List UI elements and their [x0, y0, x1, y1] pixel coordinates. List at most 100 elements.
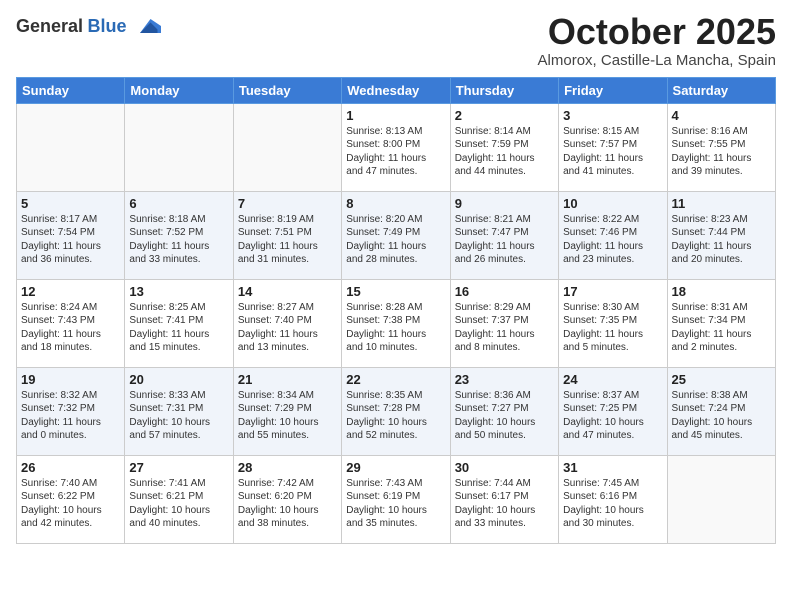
calendar-cell	[233, 103, 341, 191]
day-number: 28	[238, 460, 337, 475]
day-info: Sunrise: 7:43 AM Sunset: 6:19 PM Dayligh…	[346, 477, 445, 531]
day-info: Sunrise: 8:36 AM Sunset: 7:27 PM Dayligh…	[455, 389, 554, 443]
col-friday: Friday	[559, 77, 667, 103]
calendar-cell: 22 Sunrise: 8:35 AM Sunset: 7:28 PM Dayli…	[342, 367, 450, 455]
day-number: 26	[21, 460, 120, 475]
day-number: 18	[672, 284, 771, 299]
calendar-cell: 1Sunrise: 8:13 AM Sunset: 8:00 PM Daylig…	[342, 103, 450, 191]
calendar-cell: 17Sunrise: 8:30 AM Sunset: 7:35 PM Dayli…	[559, 279, 667, 367]
location-subtitle: Almorox, Castille-La Mancha, Spain	[538, 52, 776, 69]
calendar-cell: 19 Sunrise: 8:32 AM Sunset: 7:32 PM Dayli…	[17, 367, 125, 455]
calendar-cell: 9Sunrise: 8:21 AM Sunset: 7:47 PM Daylig…	[450, 191, 558, 279]
day-number: 16	[455, 284, 554, 299]
day-number: 11	[672, 196, 771, 211]
day-info: Sunrise: 8:30 AM Sunset: 7:35 PM Dayligh…	[563, 301, 662, 355]
day-info: Sunrise: 8:38 AM Sunset: 7:24 PM Dayligh…	[672, 389, 771, 443]
day-info: Sunrise: 7:40 AM Sunset: 6:22 PM Dayligh…	[21, 477, 120, 531]
day-info: Sunrise: 8:32 AM Sunset: 7:32 PM Dayligh…	[21, 389, 120, 443]
calendar-cell: 29 Sunrise: 7:43 AM Sunset: 6:19 PM Dayli…	[342, 455, 450, 543]
logo: General Blue	[16, 12, 161, 40]
day-info: Sunrise: 7:45 AM Sunset: 6:16 PM Dayligh…	[563, 477, 662, 531]
day-number: 30	[455, 460, 554, 475]
calendar-cell: 28Sunrise: 7:42 AM Sunset: 6:20 PM Dayli…	[233, 455, 341, 543]
day-info: Sunrise: 8:23 AM Sunset: 7:44 PM Dayligh…	[672, 213, 771, 267]
day-number: 6	[129, 196, 228, 211]
day-number: 2	[455, 108, 554, 123]
calendar-cell: 11 Sunrise: 8:23 AM Sunset: 7:44 PM Dayli…	[667, 191, 775, 279]
day-number: 15	[346, 284, 445, 299]
day-info: Sunrise: 8:24 AM Sunset: 7:43 PM Dayligh…	[21, 301, 120, 355]
calendar-cell: 27 Sunrise: 7:41 AM Sunset: 6:21 PM Dayli…	[125, 455, 233, 543]
week-row-2: 5 Sunrise: 8:17 AM Sunset: 7:54 PM Daylig…	[17, 191, 776, 279]
day-number: 7	[238, 196, 337, 211]
calendar-cell: 10Sunrise: 8:22 AM Sunset: 7:46 PM Dayli…	[559, 191, 667, 279]
header: General Blue October 2025 Almorox, Casti…	[16, 12, 776, 69]
day-number: 5	[21, 196, 120, 211]
day-number: 29	[346, 460, 445, 475]
day-info: Sunrise: 8:33 AM Sunset: 7:31 PM Dayligh…	[129, 389, 228, 443]
day-info: Sunrise: 8:25 AM Sunset: 7:41 PM Dayligh…	[129, 301, 228, 355]
day-number: 12	[21, 284, 120, 299]
day-info: Sunrise: 8:17 AM Sunset: 7:54 PM Dayligh…	[21, 213, 120, 267]
day-number: 19	[21, 372, 120, 387]
calendar-cell: 8Sunrise: 8:20 AM Sunset: 7:49 PM Daylig…	[342, 191, 450, 279]
calendar-table: Sunday Monday Tuesday Wednesday Thursday…	[16, 77, 776, 544]
calendar-header-row: Sunday Monday Tuesday Wednesday Thursday…	[17, 77, 776, 103]
day-number: 24	[563, 372, 662, 387]
day-number: 22	[346, 372, 445, 387]
col-monday: Monday	[125, 77, 233, 103]
calendar-cell: 18 Sunrise: 8:31 AM Sunset: 7:34 PM Dayli…	[667, 279, 775, 367]
calendar-cell: 20 Sunrise: 8:33 AM Sunset: 7:31 PM Dayli…	[125, 367, 233, 455]
logo-blue: Blue	[88, 16, 127, 36]
title-block: October 2025 Almorox, Castille-La Mancha…	[538, 12, 776, 69]
calendar-cell: 12 Sunrise: 8:24 AM Sunset: 7:43 PM Dayli…	[17, 279, 125, 367]
day-info: Sunrise: 8:15 AM Sunset: 7:57 PM Dayligh…	[563, 125, 662, 179]
calendar-cell: 3 Sunrise: 8:15 AM Sunset: 7:57 PM Daylig…	[559, 103, 667, 191]
col-tuesday: Tuesday	[233, 77, 341, 103]
day-info: Sunrise: 7:41 AM Sunset: 6:21 PM Dayligh…	[129, 477, 228, 531]
day-info: Sunrise: 8:19 AM Sunset: 7:51 PM Dayligh…	[238, 213, 337, 267]
calendar-cell: 13 Sunrise: 8:25 AM Sunset: 7:41 PM Dayli…	[125, 279, 233, 367]
day-info: Sunrise: 8:22 AM Sunset: 7:46 PM Dayligh…	[563, 213, 662, 267]
day-info: Sunrise: 8:37 AM Sunset: 7:25 PM Dayligh…	[563, 389, 662, 443]
day-info: Sunrise: 8:27 AM Sunset: 7:40 PM Dayligh…	[238, 301, 337, 355]
calendar-cell: 31Sunrise: 7:45 AM Sunset: 6:16 PM Dayli…	[559, 455, 667, 543]
month-title: October 2025	[538, 12, 776, 52]
day-info: Sunrise: 8:13 AM Sunset: 8:00 PM Dayligh…	[346, 125, 445, 179]
page: General Blue October 2025 Almorox, Casti…	[0, 0, 792, 612]
day-info: Sunrise: 8:31 AM Sunset: 7:34 PM Dayligh…	[672, 301, 771, 355]
week-row-1: 1Sunrise: 8:13 AM Sunset: 8:00 PM Daylig…	[17, 103, 776, 191]
day-number: 13	[129, 284, 228, 299]
calendar-cell: 25Sunrise: 8:38 AM Sunset: 7:24 PM Dayli…	[667, 367, 775, 455]
day-info: Sunrise: 8:35 AM Sunset: 7:28 PM Dayligh…	[346, 389, 445, 443]
calendar-cell: 16Sunrise: 8:29 AM Sunset: 7:37 PM Dayli…	[450, 279, 558, 367]
calendar-cell	[17, 103, 125, 191]
week-row-5: 26 Sunrise: 7:40 AM Sunset: 6:22 PM Dayli…	[17, 455, 776, 543]
calendar-cell: 2 Sunrise: 8:14 AM Sunset: 7:59 PM Daylig…	[450, 103, 558, 191]
logo-general: General	[16, 16, 83, 36]
day-number: 14	[238, 284, 337, 299]
day-number: 23	[455, 372, 554, 387]
logo-icon	[133, 12, 161, 40]
day-info: Sunrise: 8:34 AM Sunset: 7:29 PM Dayligh…	[238, 389, 337, 443]
day-number: 20	[129, 372, 228, 387]
day-info: Sunrise: 8:16 AM Sunset: 7:55 PM Dayligh…	[672, 125, 771, 179]
day-info: Sunrise: 8:14 AM Sunset: 7:59 PM Dayligh…	[455, 125, 554, 179]
day-number: 21	[238, 372, 337, 387]
calendar-cell: 26 Sunrise: 7:40 AM Sunset: 6:22 PM Dayli…	[17, 455, 125, 543]
calendar-cell	[667, 455, 775, 543]
day-info: Sunrise: 8:18 AM Sunset: 7:52 PM Dayligh…	[129, 213, 228, 267]
calendar-cell: 4Sunrise: 8:16 AM Sunset: 7:55 PM Daylig…	[667, 103, 775, 191]
logo-text: General Blue	[16, 16, 127, 37]
col-thursday: Thursday	[450, 77, 558, 103]
day-number: 9	[455, 196, 554, 211]
calendar-cell: 30Sunrise: 7:44 AM Sunset: 6:17 PM Dayli…	[450, 455, 558, 543]
col-wednesday: Wednesday	[342, 77, 450, 103]
calendar-cell: 7 Sunrise: 8:19 AM Sunset: 7:51 PM Daylig…	[233, 191, 341, 279]
calendar-cell: 21 Sunrise: 8:34 AM Sunset: 7:29 PM Dayli…	[233, 367, 341, 455]
day-number: 3	[563, 108, 662, 123]
calendar-cell: 15Sunrise: 8:28 AM Sunset: 7:38 PM Dayli…	[342, 279, 450, 367]
week-row-4: 19 Sunrise: 8:32 AM Sunset: 7:32 PM Dayli…	[17, 367, 776, 455]
day-number: 27	[129, 460, 228, 475]
calendar-cell: 5 Sunrise: 8:17 AM Sunset: 7:54 PM Daylig…	[17, 191, 125, 279]
